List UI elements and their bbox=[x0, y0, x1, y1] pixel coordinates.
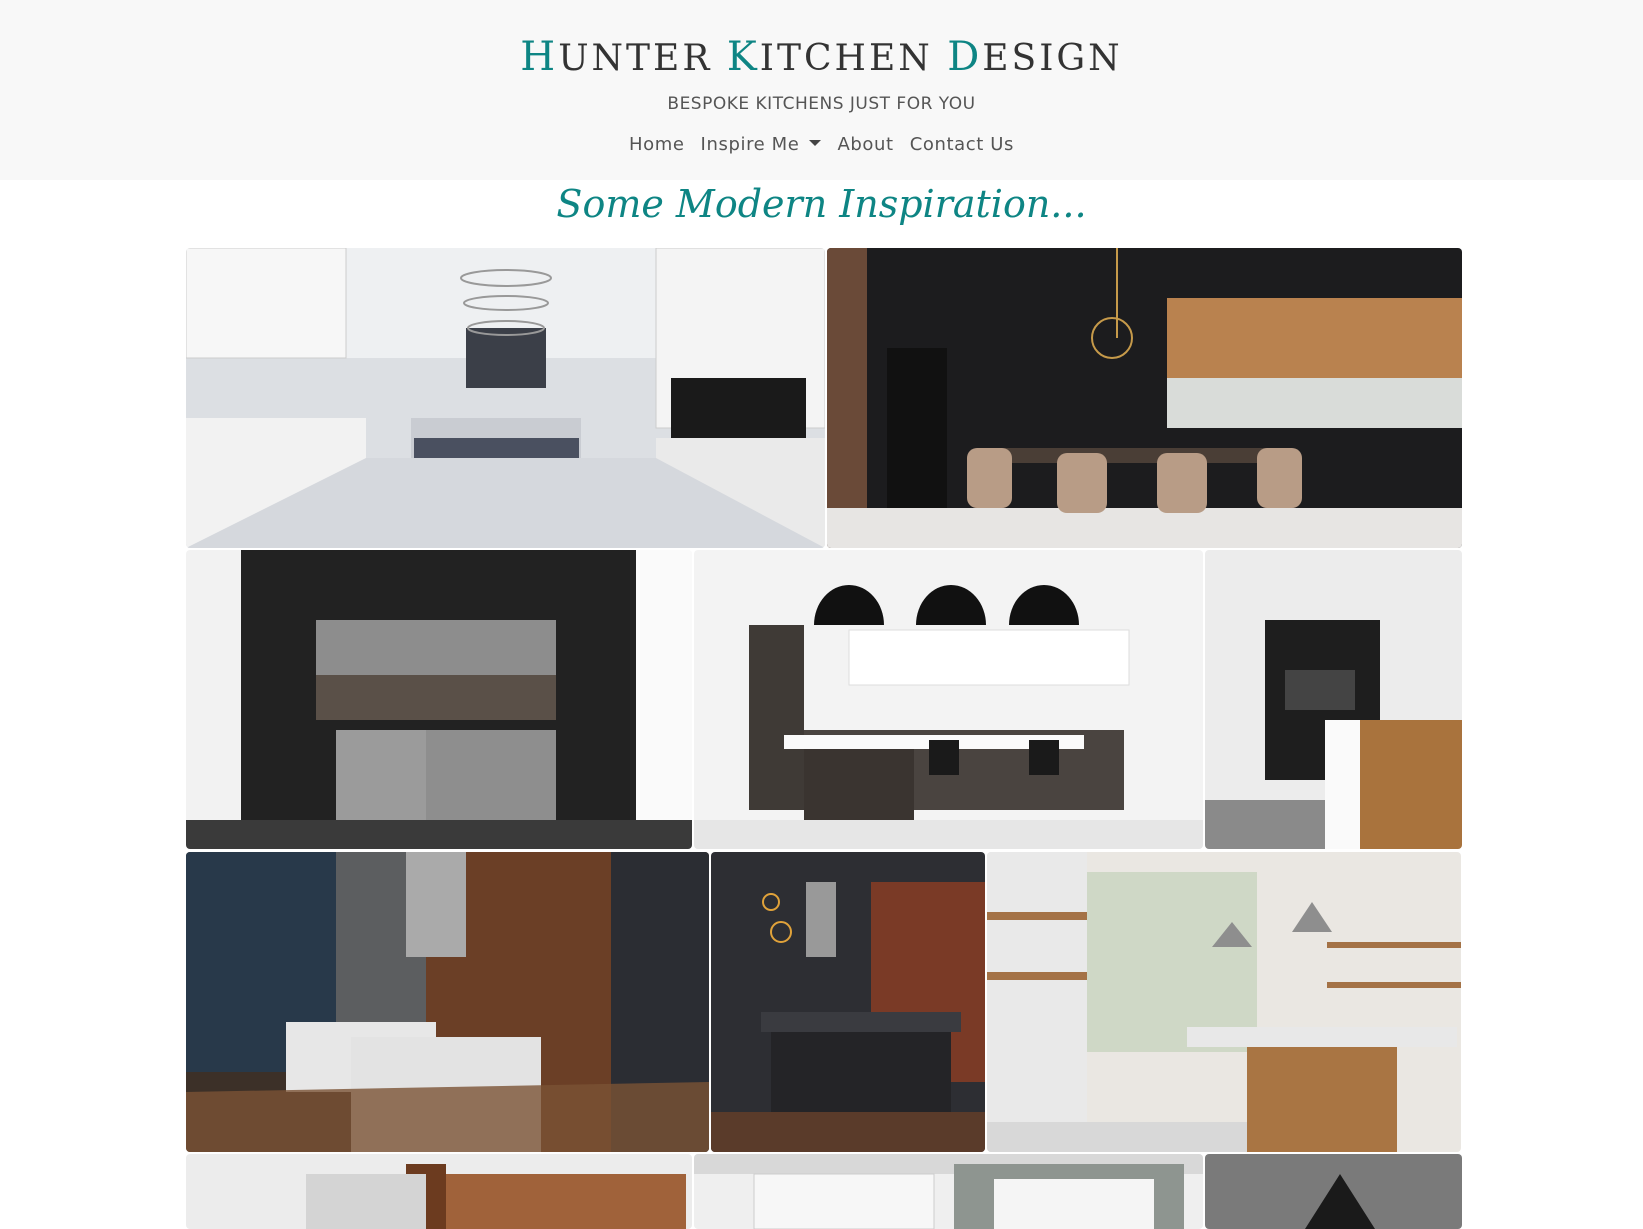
site-header: HUNTER KITCHEN DESIGN BESPOKE KITCHENS J… bbox=[0, 0, 1643, 180]
gallery-image-pendant-lamp[interactable] bbox=[1205, 1154, 1462, 1229]
brand-initial-h: H bbox=[520, 34, 559, 80]
gallery-image-dark-dining-kitchen[interactable] bbox=[827, 248, 1462, 548]
brand-word-hunter: UNTER bbox=[558, 38, 713, 79]
brand-initial-k: K bbox=[726, 34, 760, 80]
main-nav: Home Inspire Me About Contact Us bbox=[0, 134, 1643, 155]
site-tagline: BESPOKE KITCHENS JUST FOR YOU bbox=[667, 94, 976, 114]
nav-inspire-me-label: Inspire Me bbox=[700, 134, 800, 155]
brand-word-design: ESIGN bbox=[982, 38, 1123, 79]
gallery-image-classic-white-cabinets[interactable] bbox=[694, 1154, 1203, 1229]
caret-down-icon bbox=[809, 140, 822, 146]
nav-about[interactable]: About bbox=[829, 134, 901, 155]
site-brand[interactable]: HUNTER KITCHEN DESIGN bbox=[0, 34, 1643, 80]
gallery-image-white-classic-kitchen[interactable] bbox=[186, 248, 825, 548]
gallery-image-white-pendant-kitchen[interactable] bbox=[694, 550, 1203, 849]
nav-inspire-me[interactable]: Inspire Me bbox=[693, 134, 830, 155]
nav-home[interactable]: Home bbox=[621, 134, 693, 155]
gallery-image-wood-stool-kitchen[interactable] bbox=[1205, 550, 1462, 849]
gallery-title: Some Modern Inspiration... bbox=[556, 182, 1087, 226]
gallery-image-wood-slat-kitchen[interactable] bbox=[186, 1154, 692, 1229]
gallery-image-dark-copper-kitchen[interactable] bbox=[711, 852, 985, 1152]
nav-contact-us[interactable]: Contact Us bbox=[902, 134, 1022, 155]
gallery-image-concrete-black-kitchen[interactable] bbox=[186, 550, 692, 849]
brand-word-kitchen: ITCHEN bbox=[759, 38, 933, 79]
brand-initial-d: D bbox=[947, 34, 983, 80]
gallery-image-bright-rustic-kitchen[interactable] bbox=[987, 852, 1461, 1152]
gallery-image-wood-island-kitchen[interactable] bbox=[186, 852, 709, 1152]
